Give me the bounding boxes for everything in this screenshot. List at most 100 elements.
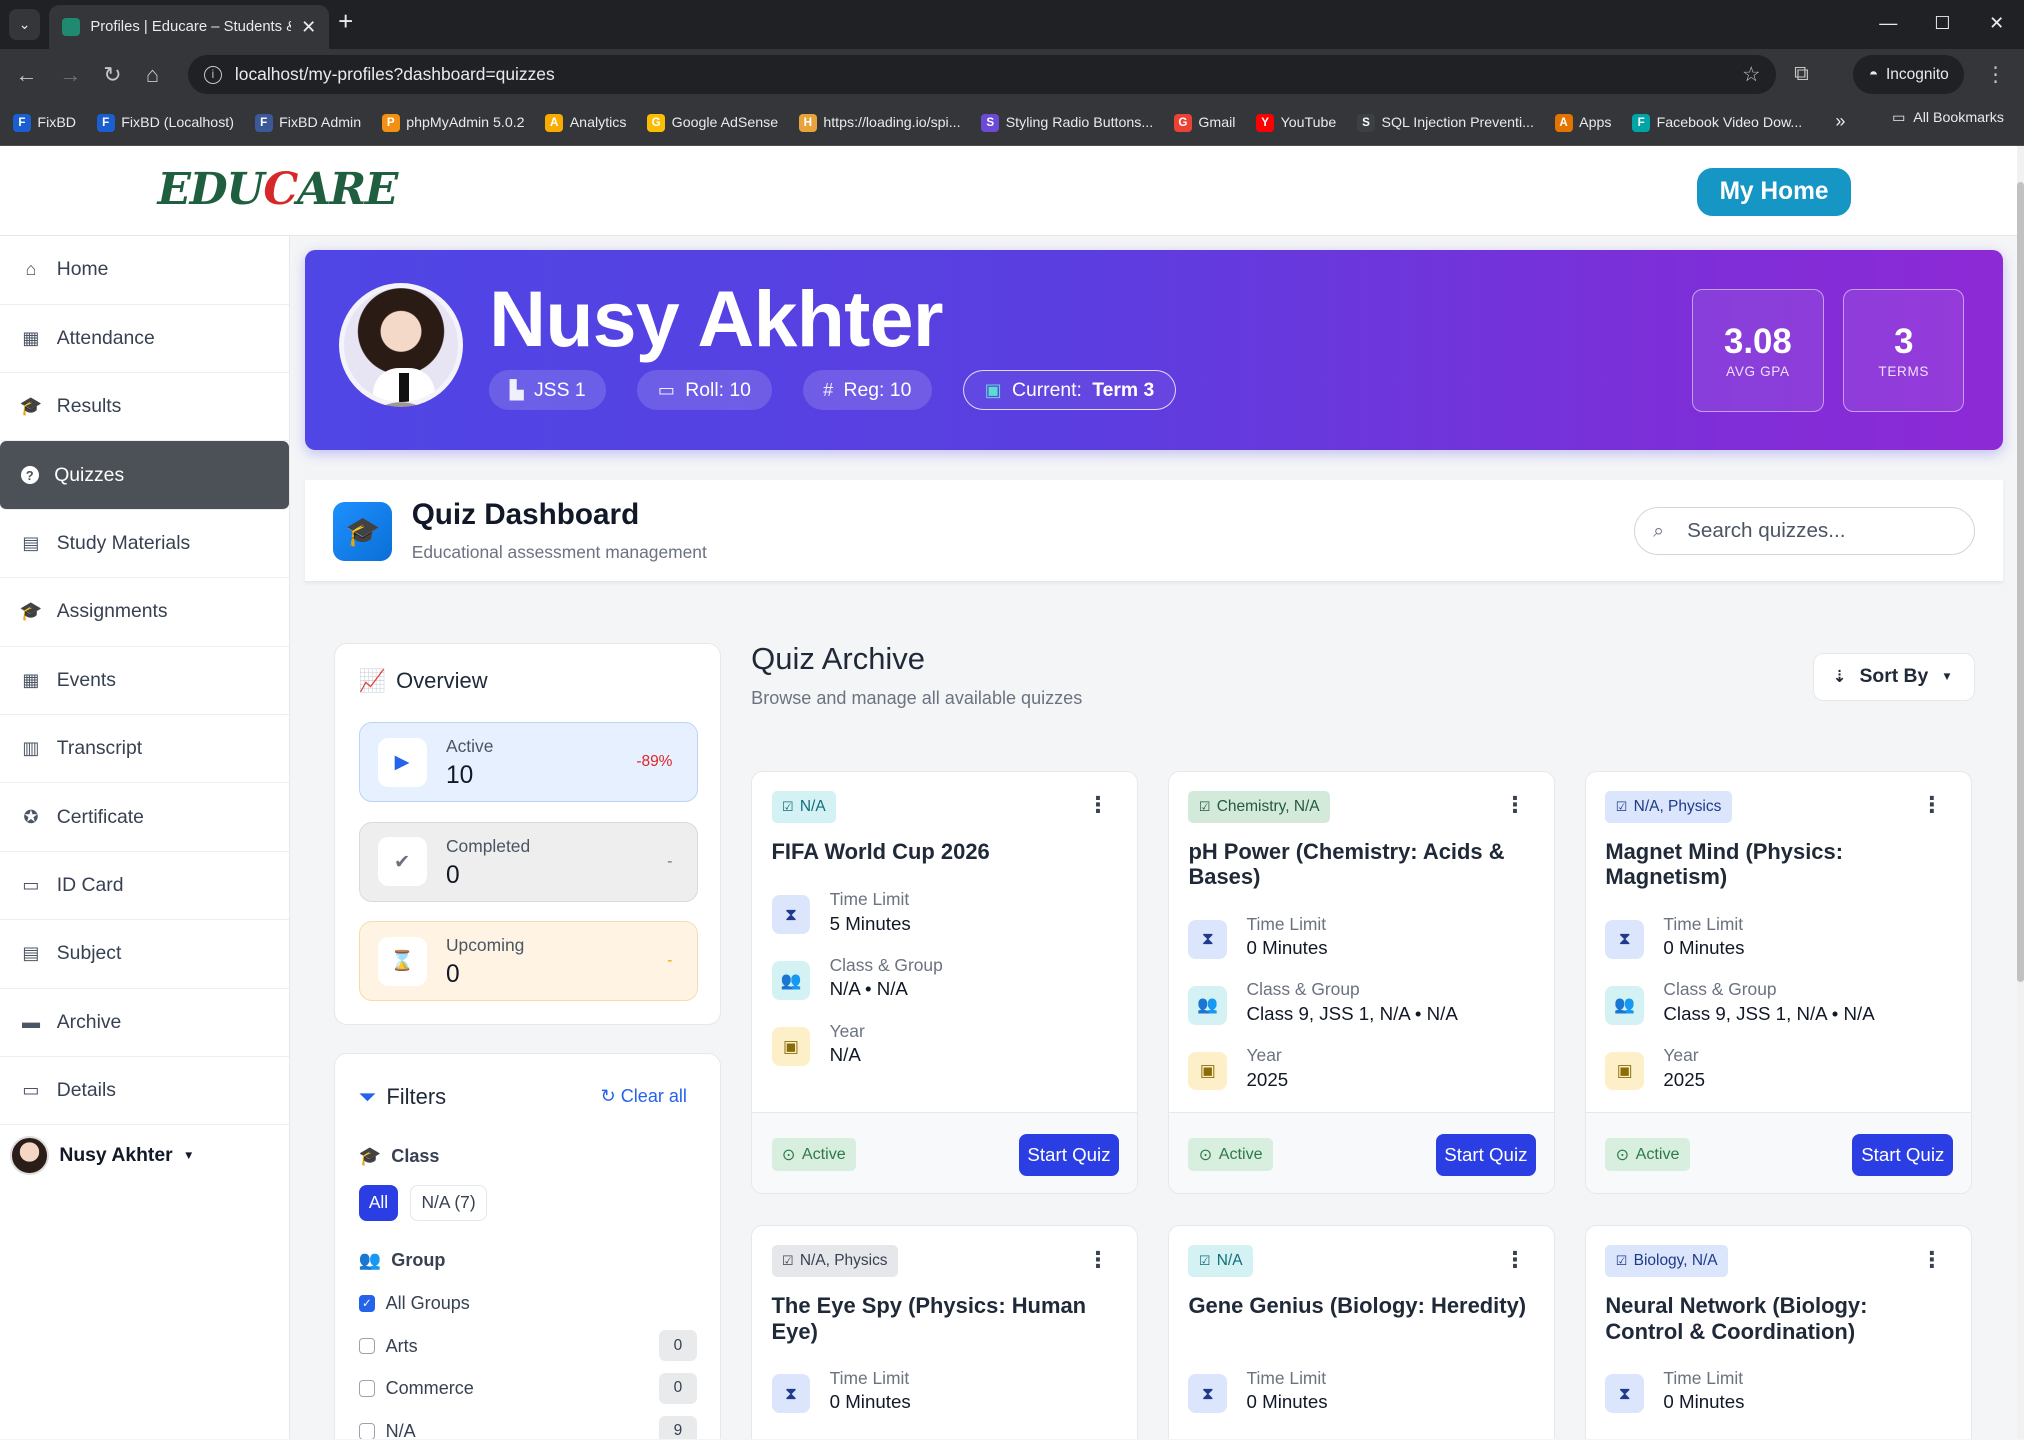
sidebar-user-menu[interactable]: Nusy Akhter ▼ <box>0 1125 289 1184</box>
start-quiz-button[interactable]: Start Quiz <box>1435 1133 1537 1177</box>
sidebar-item-transcript[interactable]: ▥ Transcript <box>0 715 290 784</box>
sidebar-item-attendance[interactable]: ▦ Attendance <box>0 305 290 373</box>
bookmark-item[interactable]: F FixBD Admin <box>254 113 361 132</box>
sidebar-item-quizzes[interactable]: ? Quizzes <box>0 441 290 510</box>
sidebar-item-results[interactable]: 🎓 Results <box>0 373 290 442</box>
hourglass-icon: ⧗ <box>1605 1374 1645 1413</box>
close-tab-icon[interactable]: ✕ <box>301 17 316 38</box>
overview-card-upcoming[interactable]: ⌛ Upcoming 0 - <box>358 921 698 1002</box>
more-bookmarks-icon[interactable]: » <box>1835 111 1845 132</box>
favicon-icon <box>61 18 80 37</box>
incognito-indicator[interactable]: ◓ Incognito <box>1853 55 1965 95</box>
group-option-label: All Groups <box>385 1292 470 1313</box>
group-filter-option[interactable]: ✓ All Groups <box>358 1292 470 1314</box>
search-box[interactable]: ⌕ <box>1634 507 1975 555</box>
bookmark-item[interactable]: G Google AdSense <box>647 113 778 132</box>
quiz-card[interactable]: ☑ N/A ⋮ FIFA World Cup 2026 ⧗ Time Limit 5 Min… <box>751 770 1139 1194</box>
bookmark-item[interactable]: F FixBD <box>12 113 76 132</box>
bookmark-item[interactable]: F FixBD (Localhost) <box>96 113 234 132</box>
bookmark-item[interactable]: PphpMyAdmin 5.0.2 <box>381 113 525 132</box>
minimize-icon[interactable]: — <box>1861 0 1915 46</box>
quiz-title[interactable]: pH Power (Chemistry: Acids & Bases) <box>1188 839 1530 891</box>
checkbox[interactable] <box>358 1337 376 1355</box>
bookmark-item[interactable]: G Gmail <box>1173 113 1236 132</box>
quiz-card[interactable]: ☑ N/A, Physics ⋮ The Eye Spy (Physics: Huma… <box>751 1224 1139 1440</box>
url-text[interactable]: localhost/my-profiles?dashboard=quizzes <box>235 64 1729 85</box>
quiz-card[interactable]: ☑ Biology, N/A ⋮ Neural Network (Biology: C… <box>1584 1224 1973 1440</box>
sidebar-item-assignments[interactable]: 🎓 Assignments <box>0 578 290 647</box>
class-filter-na[interactable]: N/A (7) <box>410 1184 487 1221</box>
bookmark-item[interactable]: F Facebook Video Dow... <box>1632 113 1802 132</box>
bookmark-item[interactable]: S Styling Radio Buttons... <box>981 113 1153 132</box>
educare-logo[interactable]: EDUCARE <box>157 164 398 215</box>
bookmark-item[interactable]: A Apps <box>1554 113 1611 132</box>
meta-label: Class & Group <box>829 954 943 975</box>
overview-title: Overview <box>396 668 488 694</box>
checkbox[interactable] <box>358 1380 376 1398</box>
sort-by-button[interactable]: ⇣ Sort By ▼ <box>1813 653 1975 701</box>
checkbox[interactable]: ✓ <box>358 1295 376 1312</box>
more-options-icon[interactable]: ⋮ <box>1921 1247 1943 1273</box>
bookmark-label: Gmail <box>1198 114 1236 131</box>
forward-icon[interactable]: → <box>59 62 81 88</box>
scrollbar-thumb[interactable] <box>2017 181 2024 983</box>
class-filter-all[interactable]: All <box>358 1184 399 1221</box>
more-options-icon[interactable]: ⋮ <box>1921 792 1943 818</box>
overview-card-active[interactable]: ▶ Active 10 -89% <box>358 722 698 803</box>
search-input[interactable] <box>1687 519 1933 544</box>
quiz-title[interactable]: Gene Genius (Biology: Heredity) <box>1188 1293 1530 1319</box>
tab-search-icon[interactable]: ⌄ <box>9 9 40 40</box>
overview-card-completed[interactable]: ✔ Completed 0 - <box>358 821 698 902</box>
sidebar-item-certificate[interactable]: ✪ Certificate <box>0 783 290 852</box>
sidebar-item-study-materials[interactable]: ▤ Study Materials <box>0 510 290 579</box>
more-options-icon[interactable]: ⋮ <box>1087 1247 1109 1273</box>
address-bar[interactable]: i localhost/my-profiles?dashboard=quizze… <box>188 55 1776 95</box>
quiz-card[interactable]: ☑ N/A, Physics ⋮ Magnet Mind (Physics: Magn… <box>1584 770 1973 1194</box>
quiz-title[interactable]: FIFA World Cup 2026 <box>772 839 1114 865</box>
my-home-button[interactable]: My Home <box>1697 167 1851 216</box>
start-quiz-button[interactable]: Start Quiz <box>1018 1133 1120 1177</box>
bookmark-item[interactable]: Hhttps://loading.io/spi... <box>798 113 961 132</box>
bookmark-item[interactable]: Y YouTube <box>1256 113 1336 132</box>
more-options-icon[interactable]: ⋮ <box>1504 1247 1526 1273</box>
browser-tab[interactable]: Profiles | Educare – Students & Re ✕ <box>49 5 330 50</box>
back-icon[interactable]: ← <box>15 62 37 88</box>
home-icon[interactable]: ⌂ <box>146 62 159 88</box>
hourglass-icon: ⧗ <box>771 1374 811 1413</box>
bookmark-star-icon[interactable]: ☆ <box>1742 62 1761 87</box>
sidebar-item-details[interactable]: ▭ Details <box>0 1057 290 1126</box>
close-window-icon[interactable]: ✕ <box>1970 0 2024 46</box>
extensions-icon[interactable]: ⧉ <box>1794 62 1809 86</box>
sidebar-item-subject[interactable]: ▤ Subject <box>0 920 290 989</box>
page-scrollbar[interactable] <box>2017 145 2024 1440</box>
quiz-title[interactable]: Magnet Mind (Physics: Magnetism) <box>1605 839 1947 891</box>
quiz-title[interactable]: The Eye Spy (Physics: Human Eye) <box>772 1293 1114 1345</box>
quiz-card[interactable]: ☑ N/A ⋮ Gene Genius (Biology: Heredity) ⧗ Tim… <box>1168 1224 1556 1440</box>
quiz-card[interactable]: ☑ Chemistry, N/A ⋮ pH Power (Chemistry: Aci… <box>1168 770 1556 1194</box>
bookmark-item[interactable]: S SQL Injection Preventi... <box>1356 113 1534 132</box>
group-filter-option[interactable]: Arts <box>358 1336 418 1357</box>
class-value: JSS 1 <box>534 378 586 401</box>
more-options-icon[interactable]: ⋮ <box>1504 792 1526 818</box>
all-bookmarks[interactable]: ▭ All Bookmarks <box>1892 110 2004 126</box>
checkbox[interactable] <box>358 1422 376 1440</box>
sidebar-item-id-card[interactable]: ▭ ID Card <box>0 852 290 921</box>
start-quiz-button[interactable]: Start Quiz <box>1852 1133 1954 1177</box>
sidebar-item-events[interactable]: ▦ Events <box>0 647 290 716</box>
maximize-icon[interactable]: ☐ <box>1915 0 1969 46</box>
reload-icon[interactable]: ↻ <box>103 62 121 88</box>
group-filter-option[interactable]: N/A <box>358 1421 416 1440</box>
quiz-title[interactable]: Neural Network (Biology: Control & Coord… <box>1605 1293 1947 1345</box>
more-options-icon[interactable]: ⋮ <box>1087 792 1109 818</box>
group-filter-option[interactable]: Commerce <box>358 1378 474 1399</box>
new-tab-icon[interactable]: + <box>338 9 353 36</box>
site-info-icon[interactable]: i <box>203 65 222 84</box>
clear-all-link[interactable]: ↻ Clear all <box>600 1086 686 1107</box>
sidebar-item-home[interactable]: ⌂ Home <box>0 236 290 305</box>
play-circle-icon: ⊙ <box>1615 1145 1630 1164</box>
bookmark-item[interactable]: A Analytics <box>545 113 627 132</box>
overview-card-value: 0 <box>445 861 460 889</box>
meta-label: Time Limit <box>1663 913 1744 934</box>
sidebar-item-archive[interactable]: ▬ Archive <box>0 989 290 1058</box>
browser-menu-icon[interactable]: ⋮ <box>1985 62 2006 87</box>
